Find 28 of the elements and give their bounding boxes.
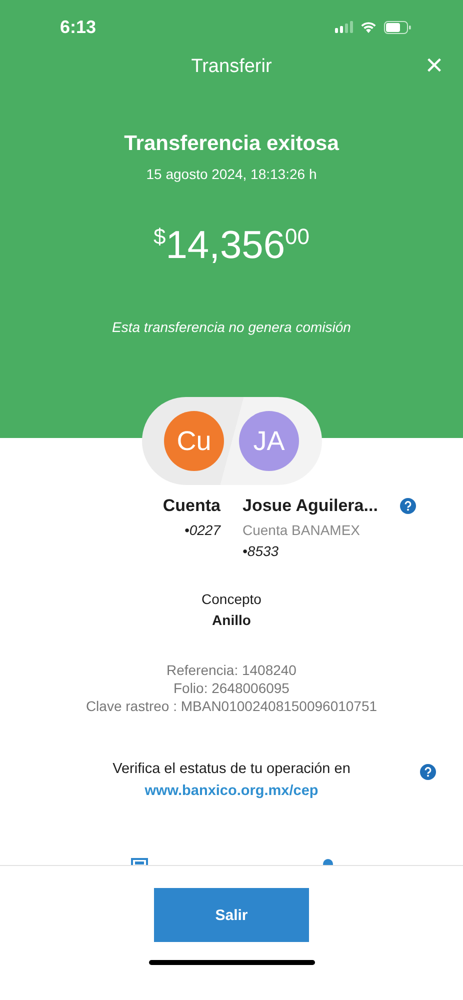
screen-title: Transferir xyxy=(191,56,272,78)
amount-text: $^{$}$14,356$^{00}$ xyxy=(153,223,310,268)
reference-line: Referencia: 1408240 xyxy=(166,661,296,679)
avatar: Cu xyxy=(164,411,224,471)
banxico-link[interactable]: www.banxico.org.mx/cep xyxy=(144,783,318,799)
verify-text: Verifica el estatus de tu operación en xyxy=(112,761,350,777)
concept-value: Anillo xyxy=(212,612,251,628)
help-icon[interactable] xyxy=(400,498,416,514)
party-name: Cuenta xyxy=(162,495,220,517)
battery-icon xyxy=(384,20,411,34)
transfer-date: 15 agosto 2024, 18:13:26 h xyxy=(146,166,317,182)
wifi-icon xyxy=(360,21,377,33)
status-time: 6:13 xyxy=(60,16,96,38)
exit-button[interactable]: Salir xyxy=(154,888,309,942)
reference-line: Clave rastreo : MBAN01002408150096010751 xyxy=(86,697,378,715)
commission-note: Esta transferencia no genera comisión xyxy=(112,319,351,335)
close-button[interactable]: × xyxy=(425,51,443,81)
document-icon xyxy=(131,858,148,865)
success-heading: Transferencia exitosa xyxy=(124,132,339,156)
bank-name: Cuenta BANAMEX xyxy=(242,522,360,538)
account-number: •0227 xyxy=(184,522,220,538)
party-name: Josue Aguilera... xyxy=(242,495,378,517)
avatar: JA xyxy=(239,411,299,471)
concept-label: Concepto xyxy=(202,591,262,607)
signal-icon xyxy=(335,21,353,33)
account-number: •8533 xyxy=(242,543,279,559)
reference-line: Folio: 2648006095 xyxy=(173,679,290,697)
help-icon[interactable] xyxy=(420,764,436,780)
